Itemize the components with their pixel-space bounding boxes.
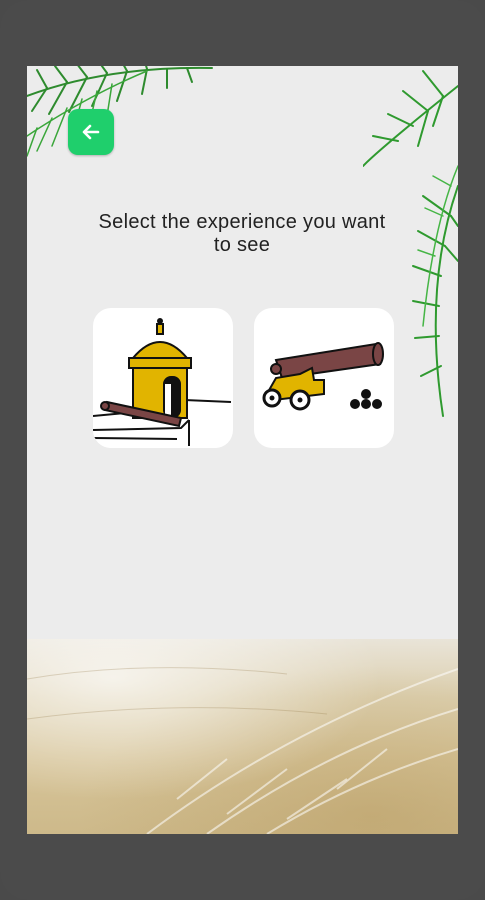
experience-cannon-card[interactable] xyxy=(254,308,394,448)
app-screen: Select the experience you want to see xyxy=(27,66,458,834)
palm-leaves-top-left xyxy=(27,66,213,157)
palm-shadow-decoration xyxy=(27,667,458,834)
sand-background xyxy=(27,639,458,834)
arrow-left-icon xyxy=(82,124,100,140)
device-frame: Select the experience you want to see xyxy=(0,0,485,900)
experience-sentry-box-card[interactable] xyxy=(93,308,233,448)
back-button[interactable] xyxy=(68,109,114,155)
sentry-box-icon xyxy=(93,318,232,448)
page-title: Select the experience you want to see xyxy=(98,211,386,256)
cannon-icon xyxy=(262,342,384,411)
